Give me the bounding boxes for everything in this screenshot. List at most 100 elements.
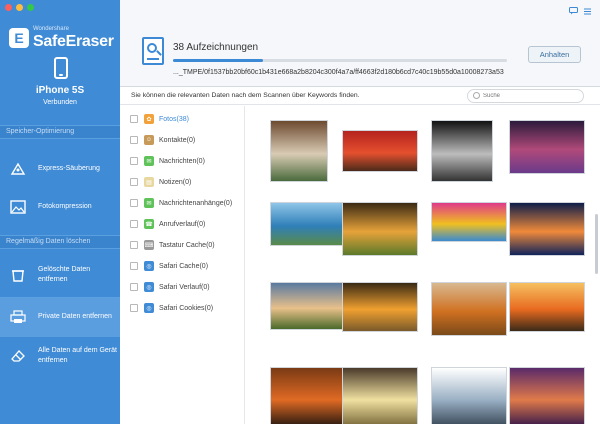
mountain-lake-photo[interactable] — [270, 202, 346, 246]
sidebar-item-express-cleanup[interactable]: Express-Säuberung — [0, 155, 120, 183]
category-item[interactable]: ▤ Notizen(0) — [130, 175, 191, 189]
woman-portrait-photo[interactable] — [431, 120, 493, 182]
divider — [0, 336, 120, 337]
sidebar-item-label: Alle Daten auf dem Gerät entfernen — [38, 347, 117, 364]
photo-icon — [10, 200, 26, 214]
section-title-storage: Speicher-Optimierung — [0, 125, 120, 139]
photos-icon: ✿ — [144, 114, 154, 124]
category-label: Tastatur Cache(0) — [159, 241, 215, 249]
search-input[interactable] — [483, 91, 579, 101]
sidebar: E Wondershare SafeEraser iPhone 5S Verbu… — [0, 0, 120, 424]
safari-icon: ◎ — [144, 261, 154, 271]
photo-gallery — [246, 106, 600, 424]
category-label: Nachrichten(0) — [159, 157, 205, 165]
chat-icon[interactable] — [569, 7, 578, 15]
safeeraser-logo-icon: E — [9, 28, 29, 48]
hint-text: Sie können die relevanten Daten nach dem… — [131, 92, 360, 99]
category-label: Safari Cache(0) — [159, 262, 209, 270]
sidebar-item-label: Fotokompression — [38, 203, 92, 210]
minimize-window-button[interactable] — [16, 4, 23, 11]
category-checkbox[interactable] — [130, 220, 138, 228]
orange-sky-photo[interactable] — [270, 367, 346, 424]
category-checkbox[interactable] — [130, 241, 138, 249]
bright-sun-photo[interactable] — [342, 367, 418, 424]
lone-tree-field-photo[interactable] — [270, 282, 346, 330]
category-label: Safari Cookies(0) — [159, 304, 214, 312]
brand-small-text: Wondershare — [33, 26, 69, 32]
scan-header: 38 Aufzeichnungen ..._TMPE/0f1537bb20bf6… — [120, 0, 600, 87]
iphone-icon — [54, 57, 68, 79]
category-item[interactable]: ☎ Anrufverlauf(0) — [130, 217, 205, 231]
search-icon — [473, 92, 480, 99]
record-count: 38 Aufzeichnungen — [173, 42, 259, 53]
blue-dusk-silhouette-photo[interactable] — [509, 202, 585, 256]
device-name: iPhone 5S — [35, 85, 85, 96]
keyboard-icon: ⌨ — [144, 240, 154, 250]
purple-sunset-photo[interactable] — [509, 367, 585, 424]
safari-icon: ◎ — [144, 303, 154, 313]
rocket-icon — [10, 162, 26, 175]
autumn-tree-photo[interactable] — [431, 282, 507, 336]
printer-icon — [10, 310, 26, 323]
category-checkbox[interactable] — [130, 136, 138, 144]
category-label: Kontakte(0) — [159, 136, 196, 144]
zoom-window-button[interactable] — [27, 4, 34, 11]
trash-icon — [12, 270, 24, 282]
pier-sunset-photo[interactable] — [509, 282, 585, 332]
sidebar-item-photo-compression[interactable]: Fotokompression — [0, 193, 120, 221]
category-checkbox[interactable] — [130, 262, 138, 270]
category-checkbox[interactable] — [130, 115, 138, 123]
sidebar-item-erase-all[interactable]: Alle Daten auf dem Gerät entfernen — [0, 340, 120, 372]
red-autumn-forest-photo[interactable] — [342, 130, 418, 172]
window-controls — [5, 4, 34, 11]
close-window-button[interactable] — [5, 4, 12, 11]
category-item[interactable]: ◎ Safari Cache(0) — [130, 259, 208, 273]
category-checkbox[interactable] — [130, 304, 138, 312]
current-file-path: ..._TMPE/0f1537bb20bf60c1b431e668a2b8204… — [173, 69, 504, 76]
sidebar-item-private-data[interactable]: Private Daten entfernen — [0, 298, 120, 336]
contacts-icon: ☺ — [144, 135, 154, 145]
sehnsucht-text-photo[interactable] — [431, 367, 507, 424]
category-checkbox[interactable] — [130, 283, 138, 291]
category-item[interactable]: ☺ Kontakte(0) — [130, 133, 195, 147]
sunset-shore-photo[interactable] — [342, 282, 418, 332]
sidebar-item-label: Express-Säuberung — [38, 165, 100, 172]
category-label: Nachrichtenanhänge(0) — [159, 199, 233, 207]
sidebar-item-label: Gelöschte Daten entfernen — [38, 266, 91, 283]
attachments-icon: ✉ — [144, 198, 154, 208]
category-list: ✿ Fotos(38) ☺ Kontakte(0) ✉ Nachrichten(0) ▤ No… — [120, 106, 245, 424]
category-checkbox[interactable] — [130, 178, 138, 186]
colorful-abstract-photo[interactable] — [431, 202, 507, 242]
category-item[interactable]: ◎ Safari Verlauf(0) — [130, 280, 210, 294]
stop-button[interactable]: Anhalten — [528, 46, 581, 63]
section-title-regular: Regelmäßig Daten löschen — [0, 235, 120, 249]
search-box[interactable] — [467, 89, 584, 103]
scan-progress-bar — [173, 59, 507, 62]
device-status: Verbunden — [43, 99, 77, 106]
sidebar-item-deleted-data[interactable]: Gelöschte Daten entfernen — [0, 259, 120, 291]
category-label: Notizen(0) — [159, 178, 192, 186]
category-item[interactable]: ✉ Nachrichtenanhänge(0) — [130, 196, 232, 210]
brand-name: SafeEraser — [33, 33, 114, 50]
hint-bar: Sie können die relevanten Daten nach dem… — [120, 88, 600, 105]
category-item[interactable]: ◎ Safari Cookies(0) — [130, 301, 213, 315]
category-checkbox[interactable] — [130, 199, 138, 207]
category-item[interactable]: ✉ Nachrichten(0) — [130, 154, 205, 168]
category-item[interactable]: ⌨ Tastatur Cache(0) — [130, 238, 215, 252]
toolbar-icons — [569, 7, 592, 15]
daisy-photo[interactable] — [270, 120, 328, 182]
purple-stairs-photo[interactable] — [509, 120, 585, 174]
category-item[interactable]: ✿ Fotos(38) — [130, 112, 189, 126]
document-line — [147, 58, 159, 60]
tree-sunset-photo[interactable] — [342, 202, 418, 256]
app-window: E Wondershare SafeEraser iPhone 5S Verbu… — [0, 0, 600, 424]
category-label: Safari Verlauf(0) — [159, 283, 210, 291]
safari-icon: ◎ — [144, 282, 154, 292]
app-logo: E Wondershare SafeEraser — [9, 26, 114, 50]
gallery-scrollbar[interactable] — [595, 214, 598, 274]
magnifier-handle — [156, 50, 162, 56]
menu-icon[interactable] — [583, 7, 592, 15]
eraser-icon — [11, 350, 25, 362]
category-checkbox[interactable] — [130, 157, 138, 165]
phone-icon: ☎ — [144, 219, 154, 229]
